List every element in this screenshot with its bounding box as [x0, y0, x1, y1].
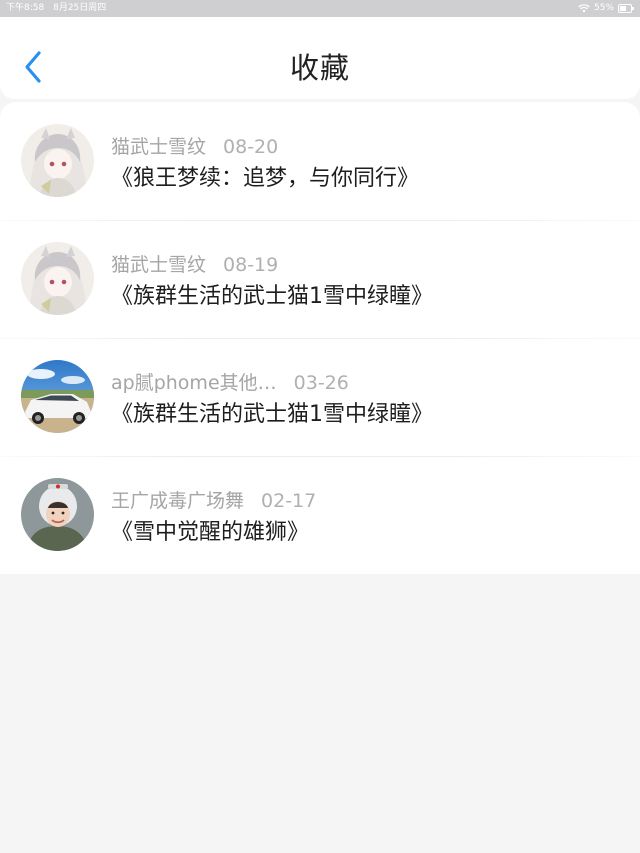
item-meta: 王广成毒广场舞 02-17 [111, 486, 316, 513]
avatar[interactable] [21, 242, 94, 315]
favorite-item[interactable]: ap腻phome其他… 03-26 《族群生活的武士猫1雪中绿瞳》 [0, 338, 640, 456]
page-title: 收藏 [289, 51, 350, 85]
favorite-item[interactable]: 猫武士雪纹 08-20 《狼王梦续：追梦，与你同行》 [0, 102, 640, 220]
header: 收藏 [0, 17, 640, 99]
item-meta: 猫武士雪纹 08-19 [111, 250, 278, 277]
pilot-girl-avatar-icon [21, 478, 94, 551]
anime-girl-avatar-icon [21, 242, 94, 315]
item-title[interactable]: 《族群生活的武士猫1雪中绿瞳》 [111, 396, 433, 428]
author-name[interactable]: 猫武士雪纹 [111, 254, 206, 276]
battery-icon [618, 4, 634, 13]
white-car-avatar-icon [21, 360, 94, 433]
wifi-icon [578, 4, 590, 13]
item-title[interactable]: 《族群生活的武士猫1雪中绿瞳》 [111, 278, 433, 310]
status-time: 下午8:58 [6, 3, 45, 13]
item-title[interactable]: 《狼王梦续：追梦，与你同行》 [111, 160, 419, 192]
favorite-item[interactable]: 猫武士雪纹 08-19 《族群生活的武士猫1雪中绿瞳》 [0, 220, 640, 338]
anime-girl-avatar-icon [21, 124, 94, 197]
status-bar: 下午8:58 8月25日周四 55% [0, 0, 640, 17]
avatar[interactable] [21, 478, 94, 551]
item-date: 02-17 [261, 490, 317, 512]
favorite-item[interactable]: 王广成毒广场舞 02-17 《雪中觉醒的雄狮》 [0, 456, 640, 574]
item-meta: 猫武士雪纹 08-20 [111, 132, 278, 159]
item-date: 08-19 [223, 254, 279, 276]
item-date: 08-20 [223, 136, 279, 158]
item-date: 03-26 [293, 372, 349, 394]
status-date: 8月25日周四 [53, 3, 107, 13]
author-name[interactable]: 猫武士雪纹 [111, 136, 206, 158]
author-name[interactable]: 王广成毒广场舞 [111, 490, 244, 512]
avatar[interactable] [21, 124, 94, 197]
item-title[interactable]: 《雪中觉醒的雄狮》 [111, 514, 309, 546]
avatar[interactable] [21, 360, 94, 433]
item-meta: ap腻phome其他… 03-26 [111, 368, 349, 395]
favorites-list: 猫武士雪纹 08-20 《狼王梦续：追梦，与你同行》 猫武士雪纹 08-19 《族群… [0, 102, 640, 574]
battery-percentage: 55% [593, 3, 614, 13]
author-name[interactable]: ap腻phome其他… [111, 372, 277, 394]
